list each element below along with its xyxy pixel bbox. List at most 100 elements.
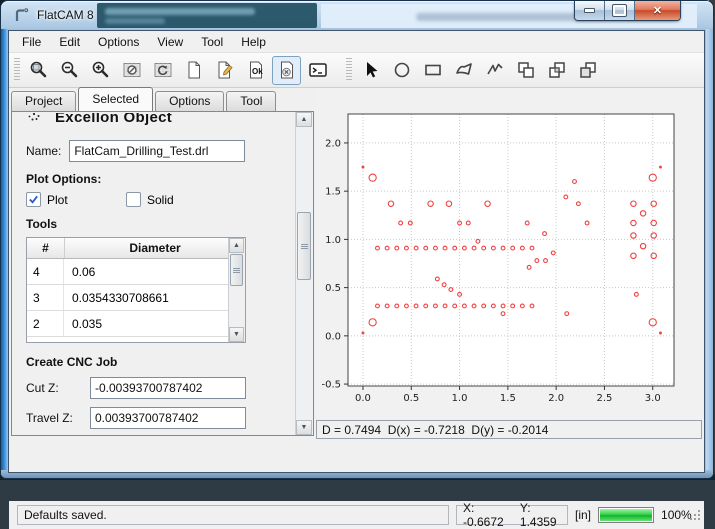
circle-icon bbox=[392, 60, 412, 80]
new-project-button[interactable] bbox=[179, 56, 208, 85]
column-header-number[interactable]: # bbox=[27, 238, 65, 258]
intersection-icon bbox=[547, 60, 567, 80]
menu-edit[interactable]: Edit bbox=[50, 33, 89, 51]
progress-label: 100% bbox=[661, 508, 692, 522]
zoom-fit-icon bbox=[29, 60, 49, 80]
coordinate-x: X: -0.6672 bbox=[463, 501, 508, 529]
selected-object-panel: Excellon Object Name: Plot Options: bbox=[11, 111, 314, 436]
clear-plot-button[interactable] bbox=[117, 56, 146, 85]
new-file-icon bbox=[184, 60, 204, 80]
solid-checkbox-label: Solid bbox=[147, 193, 174, 207]
svg-text:Ok: Ok bbox=[252, 67, 263, 76]
plot-checkbox-label: Plot bbox=[47, 193, 68, 207]
svg-text:1.0: 1.0 bbox=[452, 393, 468, 404]
units-label: [in] bbox=[575, 508, 591, 522]
minimize-icon bbox=[584, 8, 595, 13]
tools-label: Tools bbox=[26, 217, 296, 231]
tab-project[interactable]: Project bbox=[11, 91, 76, 111]
tab-selected[interactable]: Selected bbox=[78, 87, 153, 111]
status-bar: Defaults saved. X: -0.6672 Y: 1.4359 [in… bbox=[9, 501, 704, 529]
panel-scrollbar-thumb[interactable] bbox=[297, 212, 311, 280]
terminal-icon bbox=[308, 60, 328, 80]
title-bar[interactable]: FlatCAM 8 ✕ bbox=[1, 1, 713, 30]
shape-subtract-button[interactable] bbox=[573, 56, 602, 85]
menu-tool[interactable]: Tool bbox=[192, 33, 232, 51]
travel-z-input[interactable] bbox=[90, 407, 246, 429]
svg-text:1.5: 1.5 bbox=[500, 393, 516, 404]
draw-rectangle-button[interactable] bbox=[418, 56, 447, 85]
toolbar-drag-handle[interactable] bbox=[14, 58, 20, 82]
zoom-fit-button[interactable] bbox=[24, 56, 53, 85]
progress-bar bbox=[598, 507, 654, 523]
tools-table: # Diameter 4 0.06 3 0.0354330708661 2 bbox=[26, 237, 246, 343]
table-scrollbar[interactable]: ▲ ▼ bbox=[228, 238, 245, 342]
tab-options[interactable]: Options bbox=[155, 91, 224, 111]
drill-icon bbox=[26, 113, 42, 128]
zoom-in-icon bbox=[91, 60, 111, 80]
plot-checkbox[interactable] bbox=[26, 192, 41, 207]
cnc-section-label: Create CNC Job bbox=[26, 355, 296, 369]
menu-bar: File Edit Options View Tool Help bbox=[9, 31, 704, 53]
window-border-left bbox=[1, 29, 8, 471]
polyline-icon bbox=[485, 60, 505, 80]
tab-tool[interactable]: Tool bbox=[226, 91, 276, 111]
menu-options[interactable]: Options bbox=[89, 33, 148, 51]
drill-plot[interactable]: 0.00.51.01.52.02.53.0-0.50.00.51.01.52.0 bbox=[316, 89, 701, 419]
column-header-diameter[interactable]: Diameter bbox=[65, 238, 245, 258]
measurement-readout: D = 0.7494 D(x) = -0.7218 D(y) = -0.2014 bbox=[316, 420, 702, 439]
table-row[interactable]: 4 0.06 bbox=[27, 259, 245, 285]
panel-scroll-up-icon[interactable]: ▲ bbox=[296, 112, 312, 127]
shape-intersection-button[interactable] bbox=[542, 56, 571, 85]
shell-console-button[interactable] bbox=[303, 56, 332, 85]
rectangle-icon bbox=[423, 60, 443, 80]
flatcam-logo-icon bbox=[13, 7, 30, 29]
minimize-button[interactable] bbox=[575, 1, 605, 20]
solid-checkbox[interactable] bbox=[126, 192, 141, 207]
close-button[interactable]: ✕ bbox=[635, 1, 680, 20]
zoom-in-button[interactable] bbox=[86, 56, 115, 85]
panel-scrollbar[interactable]: ▲ ▼ bbox=[295, 112, 313, 435]
svg-text:3.0: 3.0 bbox=[645, 393, 661, 404]
panel-scroll-down-icon[interactable]: ▼ bbox=[296, 420, 312, 435]
open-edit-button[interactable] bbox=[210, 56, 239, 85]
draw-polyline-button[interactable] bbox=[480, 56, 509, 85]
accept-document-button[interactable]: Ok bbox=[241, 56, 270, 85]
table-row[interactable]: 3 0.0354330708661 bbox=[27, 285, 245, 311]
subtract-icon bbox=[578, 60, 598, 80]
coordinate-readout: X: -0.6672 Y: 1.4359 bbox=[456, 505, 568, 525]
zoom-out-button[interactable] bbox=[55, 56, 84, 85]
maximize-button[interactable] bbox=[605, 1, 635, 20]
menu-view[interactable]: View bbox=[148, 33, 192, 51]
table-row[interactable]: 2 0.035 bbox=[27, 311, 245, 337]
shape-union-button[interactable] bbox=[511, 56, 540, 85]
zoom-out-icon bbox=[60, 60, 80, 80]
plot-options-label: Plot Options: bbox=[26, 172, 296, 186]
select-pointer-button[interactable] bbox=[356, 56, 385, 85]
svg-text:1.5: 1.5 bbox=[325, 187, 341, 198]
polygon-icon bbox=[454, 60, 474, 80]
svg-text:0.5: 0.5 bbox=[325, 283, 341, 294]
ok-document-icon: Ok bbox=[246, 60, 266, 80]
svg-text:2.0: 2.0 bbox=[325, 138, 341, 149]
svg-text:0.0: 0.0 bbox=[355, 393, 371, 404]
replot-button[interactable] bbox=[148, 56, 177, 85]
cancel-document-button[interactable] bbox=[272, 56, 301, 85]
draw-circle-button[interactable] bbox=[387, 56, 416, 85]
svg-text:0.5: 0.5 bbox=[403, 393, 419, 404]
plot-canvas[interactable]: 0.00.51.01.52.02.53.0-0.50.00.51.01.52.0 bbox=[316, 89, 701, 419]
menu-file[interactable]: File bbox=[13, 33, 50, 51]
resize-grip[interactable] bbox=[689, 508, 701, 526]
table-scrollbar-thumb[interactable] bbox=[230, 254, 243, 286]
toolbar-drag-handle-2[interactable] bbox=[346, 58, 352, 82]
name-input[interactable] bbox=[69, 140, 245, 162]
cancel-document-icon bbox=[277, 60, 297, 80]
name-label: Name: bbox=[26, 144, 61, 158]
menu-help[interactable]: Help bbox=[232, 33, 275, 51]
scroll-up-icon[interactable]: ▲ bbox=[229, 238, 244, 253]
scroll-down-icon[interactable]: ▼ bbox=[229, 327, 244, 342]
main-area: Project Selected Options Tool bbox=[9, 88, 704, 444]
window-content: File Edit Options View Tool Help bbox=[8, 30, 705, 473]
draw-polygon-button[interactable] bbox=[449, 56, 478, 85]
union-icon bbox=[516, 60, 536, 80]
cut-z-input[interactable] bbox=[90, 377, 246, 399]
